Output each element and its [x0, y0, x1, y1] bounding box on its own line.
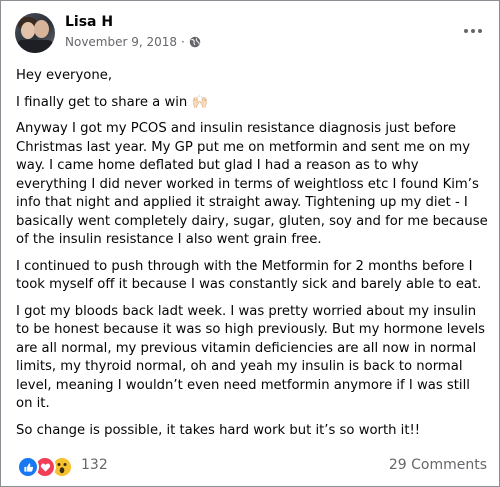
more-horizontal-icon[interactable] — [461, 21, 485, 41]
post-paragraph: Hey everyone, — [16, 68, 113, 83]
globe-icon — [189, 36, 201, 48]
reaction-count[interactable]: 132 — [81, 457, 108, 473]
like-icon — [17, 456, 39, 478]
post-card: Lisa H November 9, 2018 · Hey everyone, … — [0, 0, 500, 487]
post-paragraph: I got my bloods back ladt week. I was pr… — [16, 303, 486, 412]
post-paragraph: I continued to push through with the Met… — [16, 258, 482, 293]
post-paragraph: Anyway I got my PCOS and insulin resista… — [16, 121, 488, 247]
post-paragraph: So change is possible, it takes hard wor… — [16, 422, 421, 438]
post-date[interactable]: November 9, 2018 — [65, 35, 177, 49]
comments-link[interactable]: 29 Comments — [389, 457, 487, 473]
post-content: Hey everyone, I finally get to share a w… — [16, 67, 488, 448]
post-paragraph: I finally get to share a win 🙌🏻 — [16, 94, 208, 110]
post-header: Lisa H November 9, 2018 · — [15, 13, 485, 57]
avatar[interactable] — [15, 13, 55, 53]
post-footer: 132 29 Comments — [17, 456, 487, 478]
post-meta: November 9, 2018 · — [65, 35, 201, 49]
reactions-summary[interactable] — [17, 456, 73, 478]
author-name[interactable]: Lisa H — [65, 14, 113, 30]
meta-separator: · — [181, 35, 185, 49]
